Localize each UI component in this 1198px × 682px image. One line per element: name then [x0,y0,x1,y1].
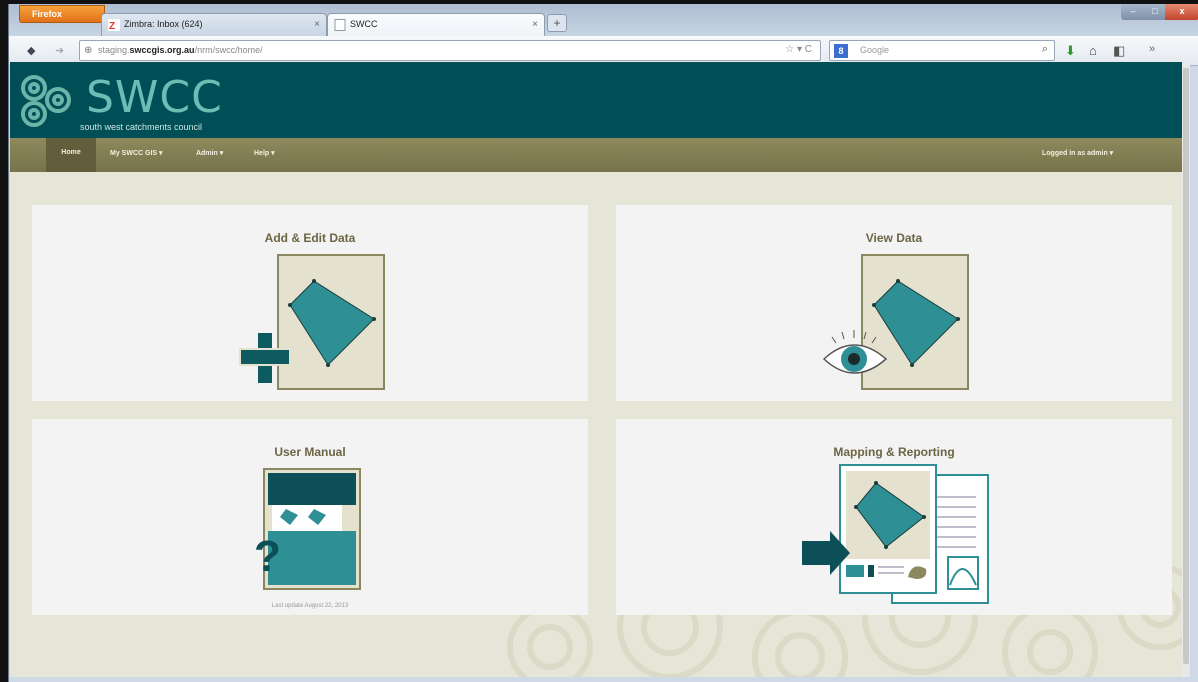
add-edit-data-icon [239,254,385,390]
close-tab-icon[interactable]: × [314,19,320,30]
menu-my-swcc-gis[interactable]: My SWCC GIS ▾ [110,149,163,157]
site-identity-icon: ⊕ [84,45,93,56]
bookmarks-icon[interactable]: ◧ [1113,43,1125,59]
tab-label: Zimbra: Inbox (624) [124,19,203,29]
maximize-button[interactable]: □ [1145,4,1165,20]
tile-view-data[interactable]: View Data [616,205,1172,401]
google-engine-icon[interactable]: 8 [834,44,848,58]
search-bar[interactable]: 8 Google ⌕ [829,40,1055,61]
minimize-button[interactable]: – [1121,4,1145,20]
svg-text:?: ? [254,532,281,581]
url-bar[interactable]: ⊕ staging.swccgis.org.au/nrm/swcc/home/ … [79,40,821,61]
view-data-icon [822,254,969,390]
menu-home[interactable]: Home [46,138,96,172]
swcc-logo-icon [21,75,71,127]
tile-user-manual[interactable]: User Manual ? Last update August 22, 201… [32,419,588,615]
user-menu[interactable]: Logged in as admin ▾ [1042,149,1113,157]
menu-admin[interactable]: Admin ▾ [196,149,223,157]
page-icon [334,19,346,31]
tile-mapping-reporting[interactable]: Mapping & Reporting [616,419,1172,615]
overflow-icon[interactable]: » [1149,43,1155,55]
search-icon[interactable]: ⌕ [1042,43,1048,56]
browser-titlebar: Firefox Z Zimbra: Inbox (624) × SWCC × +… [9,4,1198,37]
new-tab-button[interactable]: + [547,14,567,32]
page-viewport: SWCC south west catchments council Home … [10,62,1190,677]
scrollbar-thumb[interactable] [1183,68,1189,664]
url-right-controls[interactable]: ☆ ▾ C [785,44,812,55]
tile-title: User Manual [274,445,346,459]
logo-subtitle: south west catchments council [80,122,203,132]
zimbra-icon: Z [108,19,120,32]
home-icon[interactable]: ⌂ [1089,43,1097,58]
user-manual-icon: ? [254,468,361,590]
tab-zimbra[interactable]: Z Zimbra: Inbox (624) × [101,13,327,36]
tile-title: View Data [865,231,923,245]
tile-title: Add & Edit Data [264,231,356,245]
download-icon[interactable]: ⬇ [1065,43,1076,59]
main-menu: Home My SWCC GIS ▾ Admin ▾ Help ▾ Logged… [10,138,1182,172]
tab-label: SWCC [350,19,378,29]
search-placeholder: Google [860,45,890,55]
last-updated-note: Last update August 22, 2013 [271,603,349,609]
tile-add-edit-data[interactable]: Add & Edit Data [32,205,588,401]
url-host-prefix: staging. [98,45,130,55]
url-path: /nrm/swcc/home/ [194,45,263,55]
firefox-menu-button[interactable]: Firefox [19,5,105,23]
page-scrollbar[interactable] [1182,62,1190,677]
tab-swcc[interactable]: SWCC × [327,13,545,37]
mapping-reporting-icon [802,464,989,604]
url-host: swccgis.org.au [129,45,195,55]
tile-title: Mapping & Reporting [833,445,955,459]
forward-icon[interactable]: ➜ [55,44,64,57]
site-header: SWCC south west catchments council [10,62,1182,138]
menu-help[interactable]: Help ▾ [254,149,275,157]
close-window-button[interactable]: x [1165,4,1198,20]
back-icon[interactable]: ◆ [27,44,35,57]
logo-text[interactable]: SWCC [86,72,223,123]
svg-text:Z: Z [109,21,115,31]
close-tab-icon[interactable]: × [532,19,538,30]
